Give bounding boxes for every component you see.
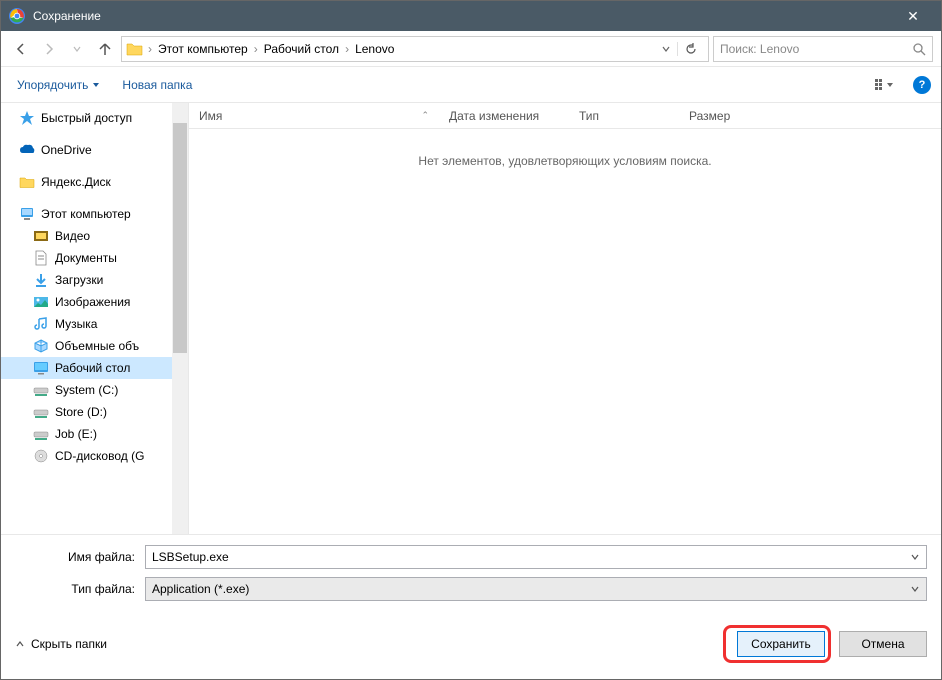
file-list-area: Имя ⌃ Дата изменения Тип Размер Нет элем… xyxy=(189,103,941,534)
chevron-right-icon[interactable]: › xyxy=(252,42,260,56)
new-folder-button[interactable]: Новая папка xyxy=(116,74,198,96)
window-title: Сохранение xyxy=(33,9,893,23)
recent-dropdown[interactable] xyxy=(65,37,89,61)
view-options-button[interactable] xyxy=(871,74,903,96)
empty-folder-message: Нет элементов, удовлетворяющих условиям … xyxy=(189,129,941,534)
sidebar-item-label: Изображения xyxy=(55,295,130,309)
forward-button[interactable] xyxy=(37,37,61,61)
sidebar-item-downloads[interactable]: Загрузки xyxy=(1,269,188,291)
sidebar-item-onedrive[interactable]: OneDrive xyxy=(1,139,188,161)
refresh-button[interactable] xyxy=(677,42,704,56)
chrome-icon xyxy=(9,8,25,24)
sidebar: Быстрый доступ OneDrive Яндекс.Диск Этот… xyxy=(1,103,189,534)
chevron-down-icon[interactable] xyxy=(904,584,920,594)
computer-icon xyxy=(19,206,35,222)
chevron-down-icon[interactable] xyxy=(904,552,920,562)
action-row: Скрыть папки Сохранить Отмена xyxy=(1,615,941,679)
save-highlight: Сохранить xyxy=(723,625,831,663)
content-area: Быстрый доступ OneDrive Яндекс.Диск Этот… xyxy=(1,103,941,534)
sidebar-item-label: OneDrive xyxy=(41,143,92,157)
scrollbar-thumb[interactable] xyxy=(173,123,187,353)
sidebar-item-music[interactable]: Музыка xyxy=(1,313,188,335)
sidebar-item-desktop[interactable]: Рабочий стол xyxy=(1,357,188,379)
sidebar-item-label: Документы xyxy=(55,251,117,265)
sidebar-item-label: Яндекс.Диск xyxy=(41,175,111,189)
cube-icon xyxy=(33,338,49,354)
close-button[interactable]: ✕ xyxy=(893,8,933,25)
column-name[interactable]: Имя ⌃ xyxy=(189,105,439,127)
filename-panel: Имя файла: LSBSetup.exe Тип файла: Appli… xyxy=(1,534,941,615)
sidebar-item-label: Видео xyxy=(55,229,90,243)
up-button[interactable] xyxy=(93,37,117,61)
star-icon xyxy=(19,110,35,126)
cancel-button[interactable]: Отмена xyxy=(839,631,927,657)
sidebar-item-label: Быстрый доступ xyxy=(41,111,132,125)
titlebar: Сохранение ✕ xyxy=(1,1,941,31)
sidebar-item-drive-e[interactable]: Job (E:) xyxy=(1,423,188,445)
save-button[interactable]: Сохранить xyxy=(737,631,825,657)
music-icon xyxy=(33,316,49,332)
disc-icon xyxy=(33,448,49,464)
sidebar-item-3dobjects[interactable]: Объемные объ xyxy=(1,335,188,357)
nav-row: › Этот компьютер › Рабочий стол › Lenovo… xyxy=(1,31,941,67)
sidebar-item-cddrive[interactable]: CD-дисковод (G xyxy=(1,445,188,467)
help-button[interactable]: ? xyxy=(913,76,931,94)
sidebar-scrollbar[interactable] xyxy=(172,103,188,534)
sidebar-item-label: CD-дисковод (G xyxy=(55,449,144,463)
sidebar-item-label: Музыка xyxy=(55,317,97,331)
breadcrumb-desktop[interactable]: Рабочий стол xyxy=(260,40,343,58)
sidebar-item-yandex[interactable]: Яндекс.Диск xyxy=(1,171,188,193)
address-bar[interactable]: › Этот компьютер › Рабочий стол › Lenovo xyxy=(121,36,709,62)
document-icon xyxy=(33,250,49,266)
folder-icon xyxy=(19,174,35,190)
sidebar-item-thispc[interactable]: Этот компьютер xyxy=(1,203,188,225)
search-placeholder: Поиск: Lenovo xyxy=(720,42,912,56)
breadcrumb-thispc[interactable]: Этот компьютер xyxy=(154,40,252,58)
sidebar-item-pictures[interactable]: Изображения xyxy=(1,291,188,313)
search-input[interactable]: Поиск: Lenovo xyxy=(713,36,933,62)
sidebar-item-documents[interactable]: Документы xyxy=(1,247,188,269)
sidebar-item-label: Объемные объ xyxy=(55,339,139,353)
column-headers: Имя ⌃ Дата изменения Тип Размер xyxy=(189,103,941,129)
sort-caret-icon: ⌃ xyxy=(421,110,429,121)
cloud-icon xyxy=(19,142,35,158)
sidebar-item-label: Store (D:) xyxy=(55,405,107,419)
video-icon xyxy=(33,228,49,244)
address-dropdown[interactable] xyxy=(655,44,677,54)
desktop-icon xyxy=(33,360,49,376)
sidebar-item-label: Загрузки xyxy=(55,273,103,287)
chevron-right-icon[interactable]: › xyxy=(343,42,351,56)
chevron-right-icon[interactable]: › xyxy=(146,42,154,56)
sidebar-item-label: Этот компьютер xyxy=(41,207,131,221)
sidebar-item-video[interactable]: Видео xyxy=(1,225,188,247)
organize-button[interactable]: Упорядочить xyxy=(11,74,106,96)
sidebar-item-label: System (C:) xyxy=(55,383,118,397)
drive-icon xyxy=(33,404,49,420)
column-type[interactable]: Тип xyxy=(569,105,679,127)
save-dialog: Сохранение ✕ › Этот компьютер › Рабочий … xyxy=(0,0,942,680)
hide-folders-button[interactable]: Скрыть папки xyxy=(15,637,107,651)
sidebar-item-drive-c[interactable]: System (C:) xyxy=(1,379,188,401)
chevron-up-icon xyxy=(15,639,25,649)
breadcrumb-lenovo[interactable]: Lenovo xyxy=(351,40,398,58)
sidebar-item-label: Job (E:) xyxy=(55,427,97,441)
search-icon xyxy=(912,42,926,56)
drive-icon xyxy=(33,426,49,442)
drive-icon xyxy=(33,382,49,398)
sidebar-item-drive-d[interactable]: Store (D:) xyxy=(1,401,188,423)
back-button[interactable] xyxy=(9,37,33,61)
filetype-select[interactable]: Application (*.exe) xyxy=(145,577,927,601)
toolbar: Упорядочить Новая папка ? xyxy=(1,67,941,103)
filetype-label: Тип файла: xyxy=(15,582,145,596)
image-icon xyxy=(33,294,49,310)
folder-icon xyxy=(126,40,144,58)
filename-input[interactable]: LSBSetup.exe xyxy=(145,545,927,569)
filename-label: Имя файла: xyxy=(15,550,145,564)
sidebar-item-label: Рабочий стол xyxy=(55,361,130,375)
column-size[interactable]: Размер xyxy=(679,105,779,127)
column-date[interactable]: Дата изменения xyxy=(439,105,569,127)
download-icon xyxy=(33,272,49,288)
sidebar-item-quickaccess[interactable]: Быстрый доступ xyxy=(1,107,188,129)
